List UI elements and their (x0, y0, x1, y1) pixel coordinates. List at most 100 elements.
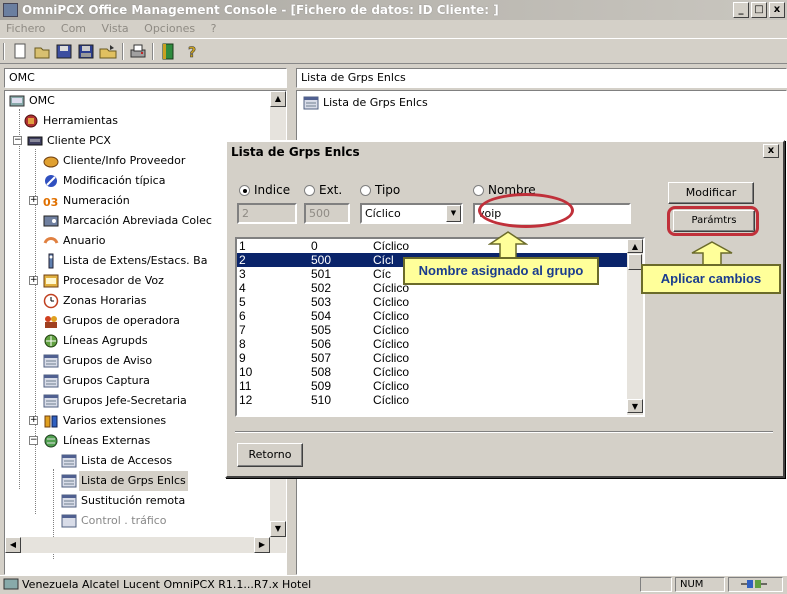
list-cell-ext: 0 (311, 239, 318, 253)
list-row[interactable]: 8 506 Cíclico (237, 337, 627, 351)
status-text: Venezuela Alcatel Lucent OmniPCX R1.1...… (22, 578, 312, 591)
list-row[interactable]: 9 507 Cíclico (237, 351, 627, 365)
list-cell-i: 10 (239, 365, 253, 379)
list-row[interactable]: 11 509 Cíclico (237, 379, 627, 393)
status-num: NUM (675, 577, 725, 592)
ext-field[interactable]: 500 (304, 203, 350, 224)
close-button[interactable]: x (769, 2, 785, 18)
scroll-right-button[interactable]: ▶ (254, 537, 270, 553)
title-bar: OmniPCX Office Management Console - [Fic… (0, 0, 787, 20)
list-cell-tipo: Cícl (373, 253, 394, 267)
tools-icon (24, 114, 38, 128)
list-cell-tipo: Cíclico (373, 295, 410, 309)
list-cell-ext: 510 (311, 393, 332, 407)
help-icon[interactable]: ? (182, 42, 202, 61)
collapse-cliente-pcx[interactable]: − (13, 136, 22, 145)
list-cell-ext: 502 (311, 281, 332, 295)
omc-icon (9, 95, 25, 107)
save-all-icon[interactable] (76, 42, 96, 61)
list-cell-ext: 505 (311, 323, 332, 337)
nombre-up-arrow-icon (488, 231, 528, 259)
book-icon[interactable] (158, 42, 178, 61)
list-cell-i: 5 (239, 295, 246, 309)
status-app-icon (3, 578, 19, 590)
open-icon[interactable] (98, 42, 118, 61)
list-cell-ext: 508 (311, 365, 332, 379)
list-row[interactable]: 7 505 Cíclico (237, 323, 627, 337)
grouped-lines-icon (44, 334, 58, 348)
nombre-callout: Nombre asignado al grupo (403, 257, 599, 285)
list-scroll-thumb[interactable] (628, 254, 642, 270)
right-pane-header: Lista de Grps Enlcs (296, 68, 787, 88)
connection-icon (741, 580, 767, 588)
scroll-down-button[interactable]: ▼ (270, 521, 286, 537)
speed-dial-icon (43, 215, 59, 227)
expand-varios[interactable]: + (29, 416, 38, 425)
scroll-left-button[interactable]: ◀ (5, 537, 21, 553)
list-cell-i: 1 (239, 239, 246, 253)
list-row[interactable]: 5 503 Cíclico (237, 295, 627, 309)
extensions-icon (48, 253, 54, 269)
clock-icon (43, 293, 59, 309)
directory-icon (43, 237, 59, 244)
dialog-close-button[interactable]: x (763, 144, 779, 158)
maximize-button[interactable]: □ (751, 2, 767, 18)
list-icon (61, 454, 77, 468)
list-cell-tipo: Cíclico (373, 309, 410, 323)
status-panel-empty (640, 577, 672, 592)
minimize-button[interactable]: _ (733, 2, 749, 18)
chevron-down-icon[interactable]: ▼ (446, 205, 461, 222)
scroll-up-button[interactable]: ▲ (270, 91, 286, 107)
save-icon[interactable] (54, 42, 74, 61)
tree-horizontal-scrollbar[interactable]: ◀ ▶ (5, 537, 286, 553)
list-cell-i: 7 (239, 323, 246, 337)
multi-extension-icon (44, 415, 58, 428)
dialog-title: Lista de Grps Enlcs (227, 142, 783, 162)
list-row[interactable]: 1 0 Cíclico (237, 239, 627, 253)
modify-icon (45, 175, 57, 187)
indice-field[interactable]: 2 (237, 203, 297, 224)
print-icon[interactable] (128, 42, 148, 61)
expand-numeracion[interactable]: + (29, 196, 38, 205)
modificar-button[interactable]: Modificar (668, 182, 754, 204)
numbering-icon: 03 (43, 196, 58, 209)
list-icon (61, 474, 77, 488)
list-cell-ext: 506 (311, 337, 332, 351)
toolbar: ? (0, 38, 787, 64)
tipo-value: Cíclico (365, 207, 401, 220)
menu-vista[interactable]: Vista (96, 20, 135, 37)
new-doc-icon[interactable] (10, 42, 30, 61)
info-icon (43, 156, 59, 168)
list-cell-ext: 507 (311, 351, 332, 365)
external-lines-icon (44, 434, 58, 448)
list-scroll-down[interactable]: ▼ (627, 399, 643, 413)
list-cell-i: 3 (239, 267, 246, 281)
list-cell-tipo: Cíc (373, 267, 391, 281)
retorno-button[interactable]: Retorno (237, 443, 303, 467)
open-folder-icon[interactable] (32, 42, 52, 61)
list-row[interactable]: 6 504 Cíclico (237, 309, 627, 323)
list-cell-ext: 509 (311, 379, 332, 393)
tipo-select[interactable]: Cíclico ▼ (360, 203, 463, 224)
pcx-icon (27, 136, 43, 146)
list-cell-ext: 504 (311, 309, 332, 323)
menu-opciones[interactable]: Opciones (138, 20, 201, 37)
list-cell-i: 12 (239, 393, 253, 407)
list-cell-tipo: Cíclico (373, 379, 410, 393)
expand-procesador[interactable]: + (29, 276, 38, 285)
menu-help[interactable]: ? (205, 20, 223, 37)
list-scroll-up[interactable]: ▲ (627, 239, 643, 253)
window-title: OmniPCX Office Management Console - [Fic… (22, 3, 499, 17)
status-bar: Venezuela Alcatel Lucent OmniPCX R1.1...… (0, 575, 787, 592)
list-cell-i: 11 (239, 379, 252, 393)
list-cell-ext: 501 (311, 267, 332, 281)
menu-com[interactable]: Com (55, 20, 92, 37)
list-icon (61, 514, 77, 528)
menu-fichero[interactable]: Fichero (0, 20, 51, 37)
nombre-highlight-ellipse (478, 193, 574, 228)
collapse-lineas-externas[interactable]: − (29, 436, 38, 445)
list-row[interactable]: 12 510 Cíclico (237, 393, 627, 407)
list-icon (43, 394, 59, 408)
list-row[interactable]: 10 508 Cíclico (237, 365, 627, 379)
list-cell-i: 9 (239, 351, 246, 365)
